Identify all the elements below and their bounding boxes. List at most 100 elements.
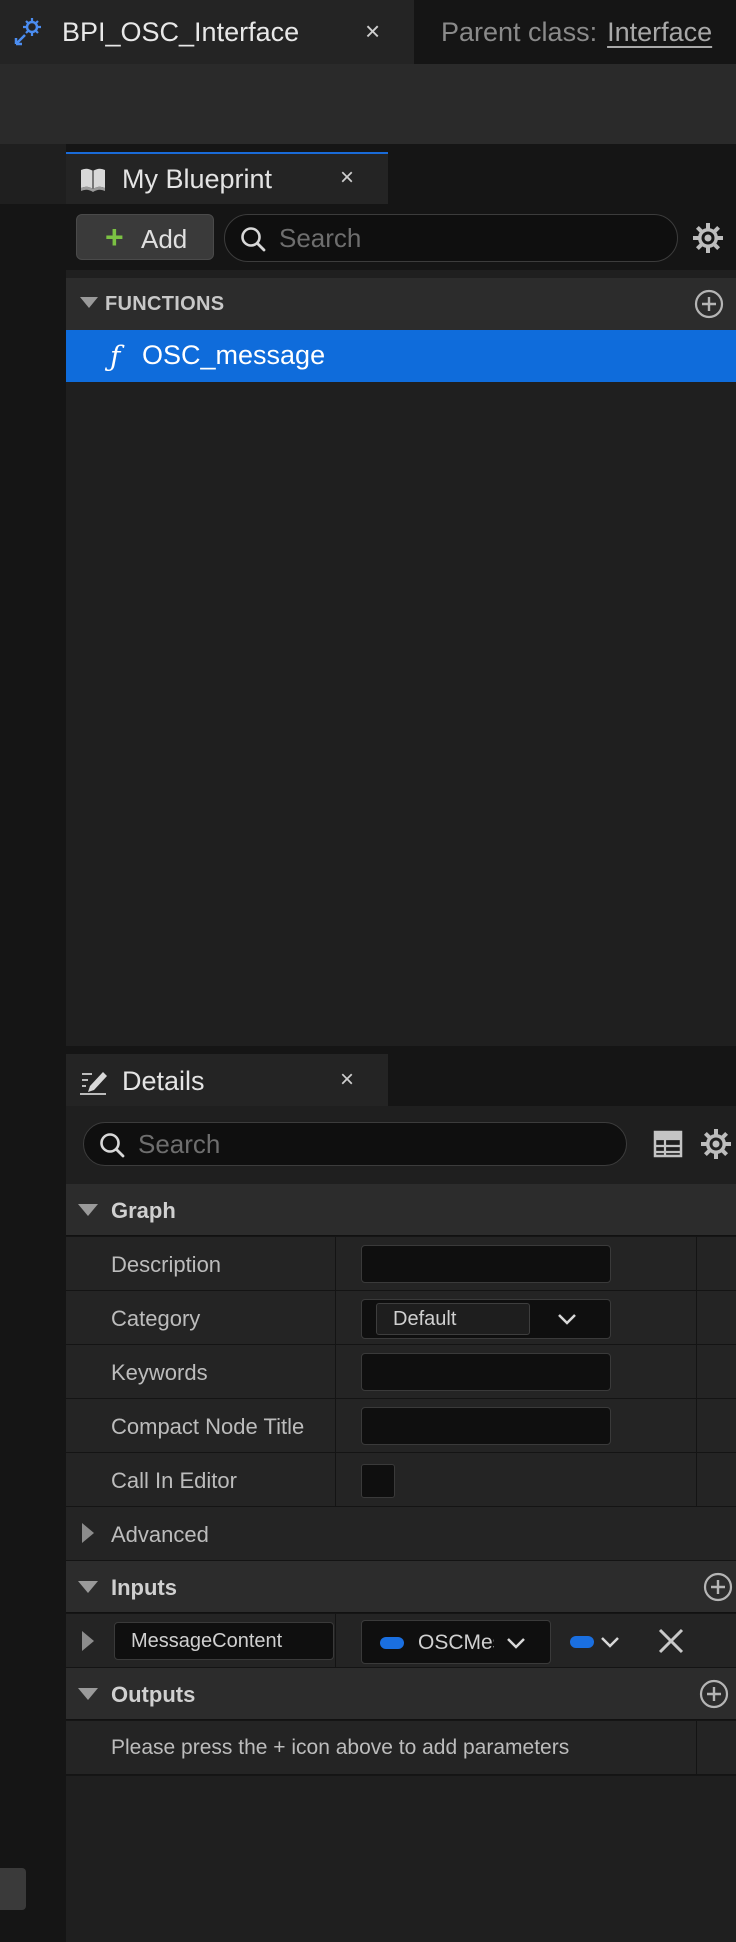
parameter-type-combo[interactable]: OSCMes: [361, 1620, 551, 1664]
details-search[interactable]: [83, 1122, 627, 1166]
outputs-empty-message: Please press the + icon above to add par…: [111, 1736, 570, 1759]
property-name-cell: Keywords: [66, 1345, 336, 1398]
keywords-field[interactable]: [361, 1353, 611, 1391]
property-row-keywords: Keywords: [66, 1345, 736, 1399]
compact-node-title-field[interactable]: [361, 1407, 611, 1445]
pencil-icon: [80, 1072, 107, 1095]
inputs-header-label: Inputs: [111, 1575, 177, 1600]
single-value-pin-icon: [570, 1636, 594, 1648]
category-value: Default: [393, 1308, 457, 1330]
toolbar: [0, 64, 736, 144]
collapse-caret-icon[interactable]: [80, 297, 98, 308]
inputs-section-header[interactable]: Inputs: [66, 1561, 736, 1613]
document-tab[interactable]: BPI_OSC_Interface ×: [0, 0, 414, 64]
book-icon: [81, 168, 105, 192]
property-name-cell: Category: [66, 1291, 336, 1344]
search-input[interactable]: [138, 1127, 518, 1161]
outputs-empty-row: Please press the + icon above to add par…: [66, 1721, 736, 1775]
search-icon: [100, 1133, 125, 1158]
add-button[interactable]: + Add: [76, 214, 214, 260]
tab-details[interactable]: Details ×: [66, 1054, 388, 1106]
functions-section-header[interactable]: FUNCTIONS: [66, 278, 736, 330]
expand-arrow-icon[interactable]: [82, 1631, 94, 1651]
function-item-osc-message[interactable]: ƒ OSC_message: [66, 330, 736, 382]
description-field[interactable]: [361, 1245, 611, 1283]
tab-my-blueprint[interactable]: My Blueprint ×: [66, 152, 388, 204]
parameter-type: OSCMes: [418, 1631, 494, 1654]
collapse-caret-icon[interactable]: [78, 1688, 98, 1700]
add-output-icon[interactable]: [698, 1678, 730, 1710]
property-extra-cell: [696, 1345, 736, 1398]
property-extra-cell: [696, 1237, 736, 1290]
graph-header-label: Graph: [111, 1198, 176, 1223]
my-blueprint-toolbar: + Add: [66, 204, 736, 270]
input-parameter-row: MessageContent OSCMes: [66, 1614, 736, 1668]
details-panel-empty-area: [66, 1776, 736, 1942]
expand-arrow-icon[interactable]: [82, 1523, 94, 1543]
chevron-down-icon[interactable]: [600, 1636, 620, 1648]
chevron-down-icon[interactable]: [557, 1313, 577, 1325]
outputs-section-header[interactable]: Outputs: [66, 1668, 736, 1720]
call-in-editor-checkbox[interactable]: [361, 1464, 395, 1498]
search-icon: [241, 227, 266, 252]
graph-section-header[interactable]: Graph: [66, 1184, 736, 1236]
function-icon: ƒ: [110, 340, 121, 373]
graph-area: [0, 144, 66, 1942]
property-row-compact-node-title: Compact Node Title: [66, 1399, 736, 1453]
category-combo[interactable]: Default: [361, 1299, 611, 1339]
chevron-down-icon[interactable]: [506, 1637, 526, 1649]
parent-class-label: Parent class:: [441, 17, 598, 47]
gear-icon[interactable]: [692, 222, 724, 254]
property-extra-cell: [696, 1453, 736, 1506]
parent-class-info: Parent class: Interface: [441, 17, 712, 48]
gear-icon[interactable]: [700, 1128, 732, 1160]
table-view-icon[interactable]: [652, 1128, 684, 1160]
advanced-label: Advanced: [111, 1522, 209, 1547]
plus-icon: +: [105, 219, 124, 255]
property-label: Category: [111, 1306, 201, 1331]
property-label: Compact Node Title: [111, 1414, 305, 1439]
property-name-cell: Compact Node Title: [66, 1399, 336, 1452]
close-icon[interactable]: ×: [340, 1066, 354, 1094]
my-blueprint-search[interactable]: [224, 214, 678, 262]
property-extra-cell: [696, 1291, 736, 1344]
property-name-cell: Description: [66, 1237, 336, 1290]
parent-class-link[interactable]: Interface: [607, 17, 712, 47]
graph-area-tab-stub[interactable]: [0, 1868, 26, 1910]
remove-parameter-icon[interactable]: [656, 1626, 686, 1656]
add-function-icon[interactable]: [693, 288, 725, 320]
add-input-icon[interactable]: [702, 1571, 734, 1603]
property-extra-cell: [696, 1399, 736, 1452]
property-name-cell: Call In Editor: [66, 1453, 336, 1506]
struct-pin-icon: [380, 1637, 404, 1649]
blueprint-interface-icon: [14, 18, 41, 46]
property-name-cell: MessageContent: [66, 1614, 336, 1667]
property-row-category: Category Default: [66, 1291, 736, 1345]
property-row-description: Description: [66, 1237, 736, 1291]
document-tab-title: BPI_OSC_Interface: [62, 17, 300, 47]
parameter-name-field[interactable]: MessageContent: [114, 1622, 334, 1660]
title-bar: BPI_OSC_Interface × Parent class: Interfa…: [0, 0, 736, 64]
close-icon[interactable]: ×: [365, 17, 380, 45]
property-extra-cell: [696, 1721, 736, 1774]
property-label: Keywords: [111, 1360, 208, 1385]
graph-area-header: [0, 144, 66, 204]
function-item-label: OSC_message: [142, 340, 326, 370]
property-label: Call In Editor: [111, 1468, 237, 1493]
property-row-call-in-editor: Call In Editor: [66, 1453, 736, 1507]
advanced-section-header[interactable]: Advanced: [66, 1507, 736, 1561]
tab-details-label: Details: [122, 1066, 205, 1096]
functions-header-label: FUNCTIONS: [105, 293, 225, 315]
details-search-bar: [66, 1106, 736, 1184]
collapse-caret-icon[interactable]: [78, 1204, 98, 1216]
search-input[interactable]: [279, 221, 659, 255]
parameter-name: MessageContent: [131, 1630, 283, 1652]
property-label: Description: [111, 1252, 222, 1277]
tab-my-blueprint-label: My Blueprint: [122, 164, 273, 194]
outputs-header-label: Outputs: [111, 1682, 196, 1707]
category-value-box[interactable]: Default: [376, 1303, 530, 1335]
close-icon[interactable]: ×: [340, 164, 354, 192]
container-type-combo[interactable]: [558, 1622, 628, 1662]
add-button-label: Add: [141, 224, 188, 254]
collapse-caret-icon[interactable]: [78, 1581, 98, 1593]
